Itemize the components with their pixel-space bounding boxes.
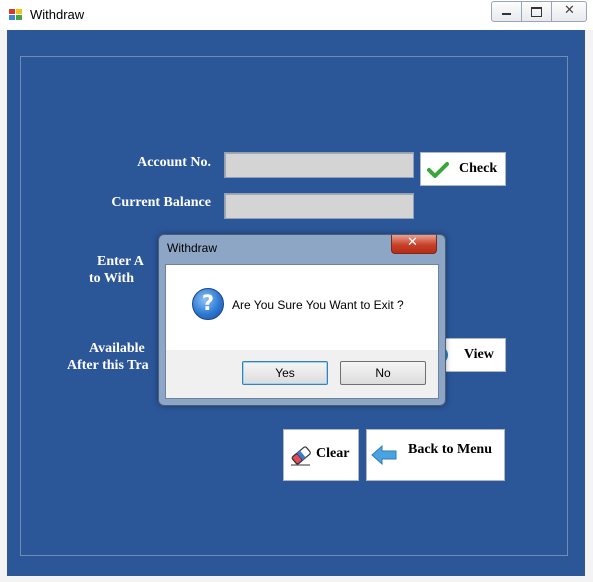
clear-button-label: Clear [316,446,350,461]
checkmark-icon [427,162,449,178]
question-icon: ? [192,288,224,320]
back-to-menu-button[interactable]: Back to Menu [366,429,505,481]
yes-button[interactable]: Yes [242,361,328,385]
close-icon: ✕ [564,3,575,18]
dialog-message: Are You Sure You Want to Exit ? [232,298,404,312]
window-controls: ✕ [491,1,587,22]
current-balance-label: Current Balance [111,195,211,210]
dialog-button-area: Yes No [166,350,438,398]
current-balance-field [224,193,414,219]
clear-button[interactable]: Clear [283,429,359,481]
enter-amount-label-line1: Enter A [97,254,144,269]
close-icon: ✕ [407,235,418,250]
check-button[interactable]: Check [420,152,506,186]
available-label-line2: After this Tra [67,358,149,373]
maximize-button[interactable] [521,2,551,21]
back-to-menu-label: Back to Menu [408,442,492,457]
dialog-title: Withdraw [167,241,218,255]
app-icon [9,9,23,21]
view-button-label: View [464,347,494,362]
enter-amount-label: Enter A to With [89,253,157,287]
exit-confirm-dialog: Withdraw ✕ ? Are You Sure You Want to Ex… [158,234,446,406]
back-arrow-icon [371,445,397,465]
enter-amount-label-line2: to With [89,271,134,286]
title-bar: Withdraw ✕ [0,0,593,30]
account-no-field[interactable] [224,152,414,178]
no-button[interactable]: No [340,361,426,385]
available-balance-label: Available After this Tra [67,340,167,374]
check-button-label: Check [459,161,498,176]
account-no-label: Account No. [137,155,211,170]
eraser-icon [291,446,311,466]
available-label-line1: Available [89,341,145,356]
window-title: Withdraw [30,7,85,22]
minimize-button[interactable] [492,2,521,21]
dialog-close-button[interactable]: ✕ [391,235,437,254]
close-button[interactable]: ✕ [551,2,586,21]
dialog-body: ? Are You Sure You Want to Exit ? Yes No [165,264,439,399]
withdraw-window: Withdraw ✕ Account No. Check Current Bal… [0,0,593,582]
